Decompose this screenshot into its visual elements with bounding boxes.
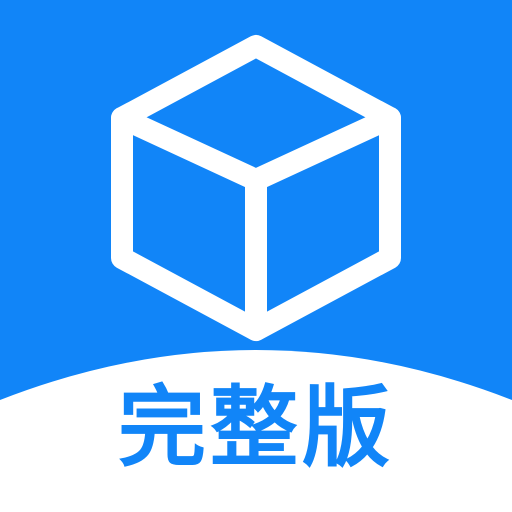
edition-label: 完整版 bbox=[117, 376, 394, 479]
app-icon[interactable]: 完整版 bbox=[0, 0, 512, 512]
